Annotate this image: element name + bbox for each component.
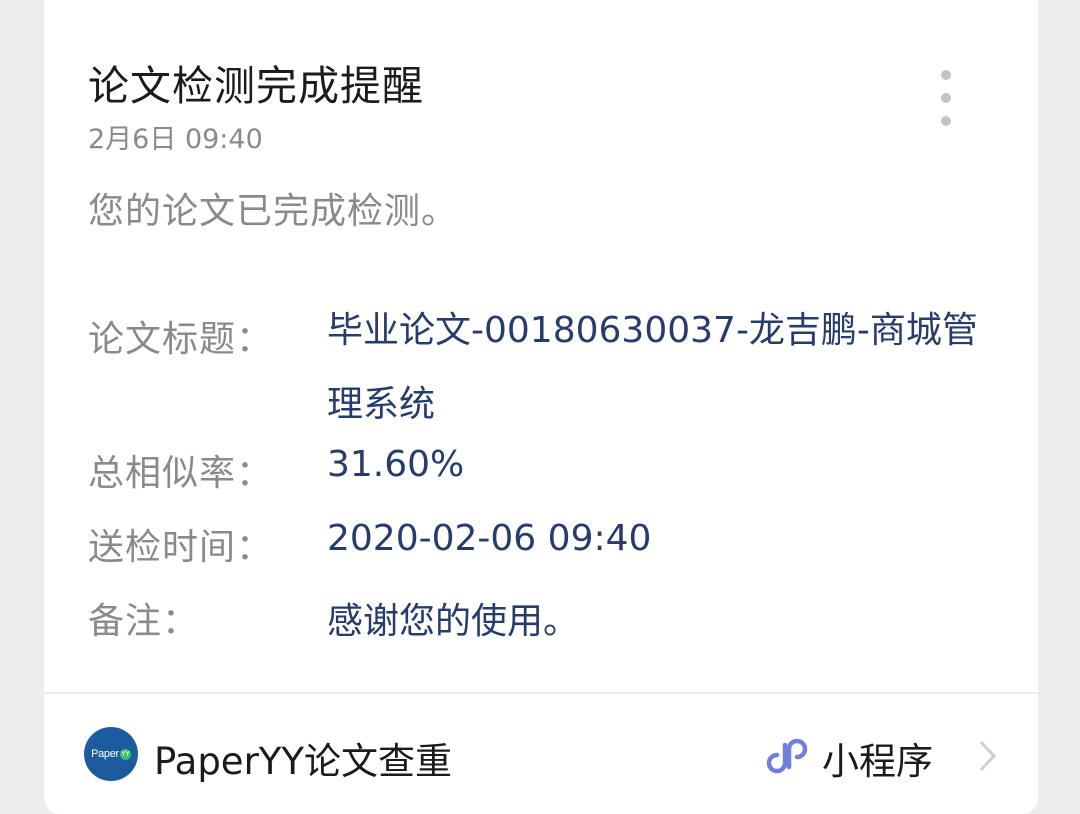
source-name[interactable]: PaperYY论文查重	[154, 731, 452, 785]
remark-label: 备注：	[88, 601, 200, 642]
paperyy-logo-text: Paper	[91, 748, 119, 760]
paper-title-value: 毕业论文-00180630037-龙吉鹏-商城管理系统	[327, 310, 978, 425]
paperyy-logo-badge: YY	[119, 748, 131, 760]
submit-time-label: 送检时间：	[88, 527, 274, 568]
paper-title-label: 论文标题：	[88, 319, 274, 360]
notification-summary: 您的论文已完成检测。	[88, 191, 459, 232]
more-dot-icon	[941, 93, 951, 103]
more-options-button[interactable]	[928, 66, 964, 130]
chevron-right-icon	[979, 740, 997, 772]
notification-title: 论文检测完成提醒	[88, 62, 424, 110]
more-dot-icon	[941, 116, 951, 126]
similarity-value: 31.60%	[327, 444, 465, 485]
paperyy-logo: Paper YY	[84, 727, 138, 781]
mini-program-label: 小程序	[822, 740, 933, 783]
notification-timestamp: 2月6日 09:40	[88, 124, 263, 155]
more-dot-icon	[941, 70, 951, 80]
submit-time-value: 2020-02-06 09:40	[327, 518, 652, 559]
similarity-label: 总相似率：	[88, 453, 274, 494]
mini-program-link-icon	[766, 738, 808, 774]
remark-value: 感谢您的使用。	[327, 601, 580, 642]
footer-divider	[44, 692, 1038, 694]
